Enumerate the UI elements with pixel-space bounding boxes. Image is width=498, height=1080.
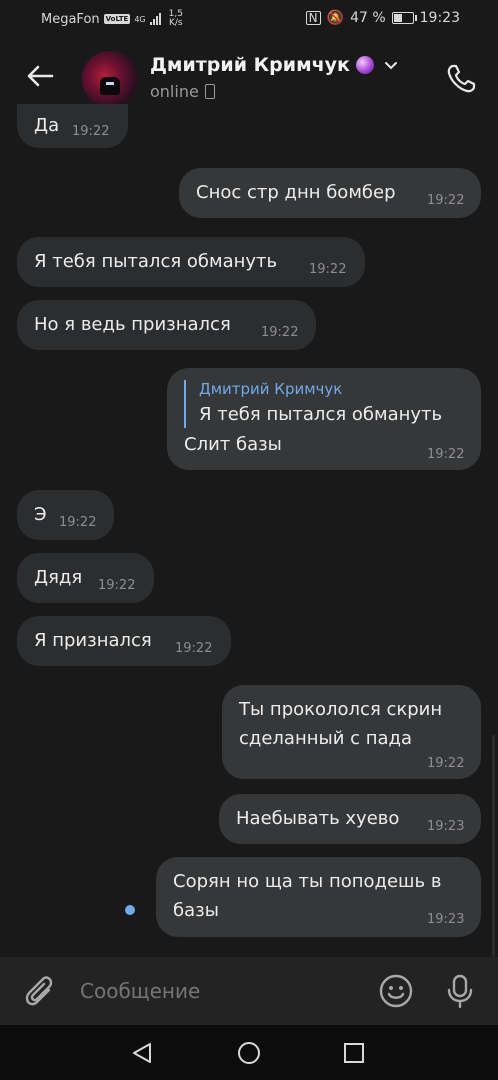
mobile-device-icon [204,84,215,99]
message-time: 19:23 [427,912,465,927]
smile-icon[interactable] [378,973,414,1009]
network-type: 4G [134,14,146,24]
battery-icon [391,12,417,24]
message-text: Наебывать хуево [236,808,400,829]
microphone-icon[interactable] [444,973,476,1009]
reply-text: Я тебя пытался обмануть [199,404,443,425]
message-incoming[interactable]: Э 19:22 [17,490,114,540]
nfc-icon: N [305,11,321,25]
back-arrow-icon[interactable] [22,58,58,94]
reply-quote-bar [184,380,186,428]
message-text: Но я ведь признался [34,314,231,335]
message-text: Я признался [34,630,152,651]
message-time: 19:22 [261,325,299,340]
reply-author: Дмитрий Кримчук [199,380,343,398]
message-text: Э [34,504,47,525]
presence-status: online [150,82,215,101]
message-composer [0,957,498,1025]
message-time: 19:22 [427,193,465,208]
message-outgoing-reply[interactable]: Дмитрий Кримчук Я тебя пытался обмануть … [167,368,481,470]
crystal-ball-icon [355,56,374,74]
message-text-line: базы [173,900,219,921]
message-outgoing[interactable]: Сорян но ща ты поподешь в базы 19:23 [156,857,481,937]
status-bar: MegaFon VoLTE 4G 1,5 K/s N 🔕 47 % 19:23 [0,0,498,36]
message-time: 19:23 [427,819,465,834]
contact-name-text: Дмитрий Кримчук [150,54,350,76]
carrier-label: MegaFon [41,11,100,27]
message-text-line: Сорян но ща ты поподешь в [173,871,442,892]
message-time: 19:22 [427,447,465,462]
mute-icon: 🔕 [326,10,345,26]
avatar[interactable] [82,51,138,107]
message-text: Дядя [34,567,83,588]
message-outgoing[interactable]: Наебывать хуево 19:23 [219,794,481,844]
message-input[interactable] [80,979,360,1003]
message-text-line: Ты прокололся скрин [239,699,443,720]
nav-recents-icon[interactable] [343,1042,365,1064]
message-time: 19:22 [72,124,110,139]
nav-back-icon[interactable] [130,1041,154,1065]
message-incoming[interactable]: Я признался 19:22 [17,616,231,666]
speed-unit: K/s [168,18,183,28]
phone-icon[interactable] [444,62,478,96]
message-incoming[interactable]: Я тебя пытался обмануть 19:22 [17,237,365,287]
message-time: 19:22 [427,756,465,771]
nav-home-icon[interactable] [237,1041,261,1065]
message-text: Снос стр днн бомбер [196,182,396,203]
battery-percent: 47 % [350,10,386,26]
message-text-line: сделанный с пада [239,728,413,749]
message-outgoing[interactable]: Снос стр днн бомбер 19:22 [179,168,481,218]
message-time: 19:22 [98,578,136,593]
paperclip-icon[interactable] [22,973,56,1009]
message-text: Да [34,115,60,136]
volte-badge: VoLTE [103,14,131,24]
message-time: 19:22 [175,641,213,656]
message-incoming[interactable]: Дядя 19:22 [17,553,154,603]
message-outgoing[interactable]: Ты прокололся скрин сделанный с пада 19:… [222,685,481,779]
chevron-down-icon[interactable] [384,58,398,72]
scrollbar[interactable] [492,735,495,957]
message-text: Я тебя пытался обмануть [34,251,278,272]
presence-text: online [150,82,199,101]
message-time: 19:22 [309,262,347,277]
message-time: 19:22 [59,515,97,530]
clock: 19:23 [419,10,460,26]
message-incoming[interactable]: Да 19:22 [17,104,128,148]
message-incoming[interactable]: Но я ведь признался 19:22 [17,300,316,350]
network-speed: 1,5 K/s [169,10,183,28]
contact-name[interactable]: Дмитрий Кримчук [150,54,398,76]
system-nav-bar [0,1025,498,1080]
signal-icon [149,13,161,25]
unread-indicator [125,905,135,915]
message-text: Слит базы [184,434,282,455]
